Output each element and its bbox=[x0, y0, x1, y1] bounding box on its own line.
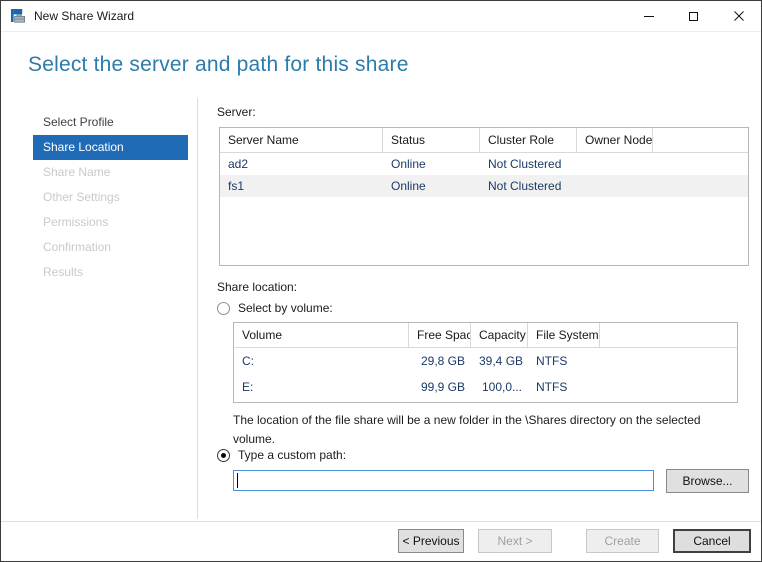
maximize-icon bbox=[689, 11, 698, 21]
custom-path-label[interactable]: Type a custom path: bbox=[238, 448, 346, 462]
next-button[interactable]: Next > bbox=[478, 529, 552, 553]
volume-table: Volume Free Space Capacity File System C… bbox=[233, 322, 738, 403]
wizard-step-list: Select Profile Share Location Share Name… bbox=[33, 110, 188, 285]
col-capacity[interactable]: Capacity bbox=[471, 323, 528, 347]
volume-row-c[interactable]: C: 29,8 GB 39,4 GB NTFS bbox=[234, 348, 737, 374]
server-row-fs1[interactable]: fs1 Online Not Clustered bbox=[220, 175, 748, 197]
volume-row-e[interactable]: E: 99,9 GB 100,0... NTFS bbox=[234, 374, 737, 400]
col-owner-node[interactable]: Owner Node bbox=[577, 128, 653, 152]
text-caret bbox=[237, 473, 238, 488]
sidebar-item-permissions: Permissions bbox=[43, 215, 109, 229]
sidebar-item-share-location[interactable]: Share Location bbox=[33, 135, 188, 160]
footer-divider bbox=[1, 521, 761, 522]
sidebar-item-confirmation: Confirmation bbox=[43, 240, 112, 254]
shares-directory-note: The location of the file share will be a… bbox=[233, 413, 701, 447]
col-free-space[interactable]: Free Space bbox=[409, 323, 471, 347]
server-row-ad2[interactable]: ad2 Online Not Clustered bbox=[220, 153, 748, 175]
cancel-button[interactable]: Cancel bbox=[673, 529, 751, 553]
previous-button[interactable]: < Previous bbox=[398, 529, 464, 553]
create-button[interactable]: Create bbox=[586, 529, 659, 553]
select-by-volume-label[interactable]: Select by volume: bbox=[238, 301, 333, 315]
volume-table-header: Volume Free Space Capacity File System bbox=[234, 323, 737, 348]
custom-path-input[interactable] bbox=[233, 470, 654, 491]
title-bar[interactable]: New Share Wizard bbox=[1, 1, 761, 32]
close-button[interactable] bbox=[716, 1, 761, 31]
col-volume[interactable]: Volume bbox=[234, 323, 409, 347]
col-server-name[interactable]: Server Name bbox=[220, 128, 383, 152]
share-location-label: Share location: bbox=[217, 280, 298, 294]
sidebar-item-share-name: Share Name bbox=[43, 165, 111, 179]
window-controls bbox=[626, 1, 761, 31]
server-table: Server Name Status Cluster Role Owner No… bbox=[219, 127, 749, 266]
col-status[interactable]: Status bbox=[383, 128, 480, 152]
minimize-icon bbox=[643, 15, 654, 17]
maximize-button[interactable] bbox=[671, 1, 716, 31]
sidebar-item-select-profile[interactable]: Select Profile bbox=[33, 110, 188, 135]
sidebar-item-other-settings: Other Settings bbox=[43, 190, 120, 204]
window-title: New Share Wizard bbox=[34, 9, 135, 23]
col-file-system[interactable]: File System bbox=[528, 323, 600, 347]
server-table-header: Server Name Status Cluster Role Owner No… bbox=[220, 128, 748, 153]
col-cluster-role[interactable]: Cluster Role bbox=[480, 128, 577, 152]
page-title: Select the server and path for this shar… bbox=[28, 53, 409, 76]
select-by-volume-radio[interactable] bbox=[217, 302, 230, 315]
new-share-wizard-window: New Share Wizard Select the server and p… bbox=[0, 0, 762, 562]
browse-button[interactable]: Browse... bbox=[666, 469, 749, 493]
sidebar-divider bbox=[197, 98, 198, 519]
custom-path-radio[interactable] bbox=[217, 449, 230, 462]
sidebar-item-results: Results bbox=[43, 265, 84, 279]
server-label: Server: bbox=[217, 105, 256, 119]
close-icon bbox=[733, 11, 744, 21]
server-manager-icon bbox=[11, 9, 25, 23]
minimize-button[interactable] bbox=[626, 1, 671, 31]
